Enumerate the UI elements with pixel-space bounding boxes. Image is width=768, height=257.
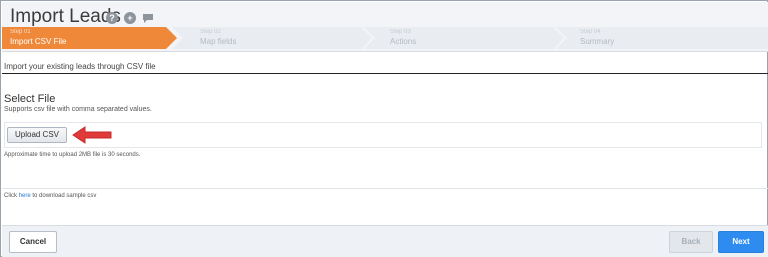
red-arrow-icon <box>71 125 113 150</box>
step-label: Actions <box>390 37 417 46</box>
next-button[interactable]: Next <box>718 231 764 253</box>
step-map-fields[interactable]: Step 02 Map fields <box>172 27 372 49</box>
wizard-steps: Step 01 Import CSV File Step 02 Map fiel… <box>2 27 768 49</box>
upload-time-note: Approximate time to upload 2MB file is 3… <box>4 152 141 158</box>
step-import-csv[interactable]: Step 01 Import CSV File <box>2 27 177 49</box>
step-actions[interactable]: Step 03 Actions <box>364 27 564 49</box>
select-file-subtitle: Supports csv file with comma separated v… <box>4 106 152 113</box>
step-number: Step 01 <box>10 29 31 35</box>
step-label: Map fields <box>200 37 237 46</box>
intro-text: Import your existing leads through CSV f… <box>4 62 156 71</box>
step-label: Summary <box>580 37 615 46</box>
step-summary[interactable]: Step 04 Summary <box>556 27 768 49</box>
step-number: Step 04 <box>580 29 601 35</box>
step-number: Step 02 <box>200 29 221 35</box>
download-sample-link[interactable]: here <box>19 193 31 199</box>
divider <box>2 73 768 74</box>
help-icon[interactable]: ? <box>106 12 118 24</box>
import-leads-window: Import Leads ? + Step 01 Import CSV File… <box>0 0 768 257</box>
chat-icon[interactable] <box>142 12 154 24</box>
cancel-button[interactable]: Cancel <box>9 231 57 253</box>
step-label: Import CSV File <box>10 37 67 46</box>
sample-suffix: to download sample csv <box>30 193 97 199</box>
page-title: Import Leads <box>10 6 121 27</box>
upload-csv-button[interactable]: Upload CSV <box>7 127 67 143</box>
add-icon[interactable]: + <box>124 12 136 24</box>
footer-bar <box>2 225 768 257</box>
step-number: Step 03 <box>390 29 411 35</box>
upload-area <box>4 122 762 148</box>
sample-download-text: Click here to download sample csv <box>4 193 96 199</box>
divider <box>2 188 768 189</box>
back-button[interactable]: Back <box>669 231 713 253</box>
sample-prefix: Click <box>4 193 19 199</box>
select-file-heading: Select File <box>4 93 56 105</box>
